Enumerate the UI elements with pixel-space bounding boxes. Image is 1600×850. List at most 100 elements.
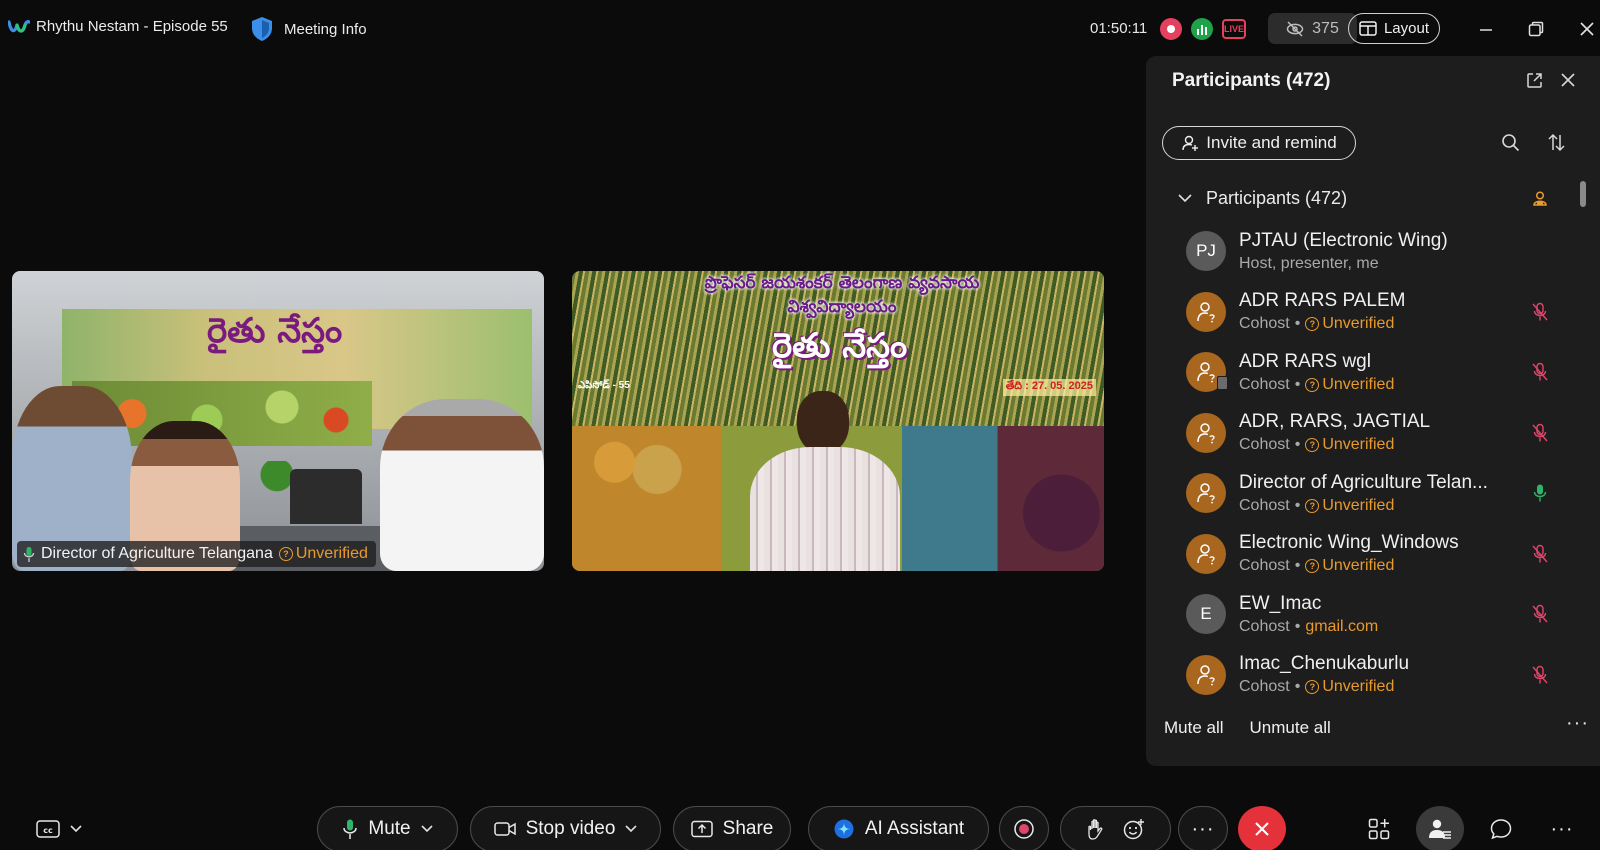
participant-row[interactable]: ADR RARS PALEM Cohost •? Unverified — [1186, 282, 1566, 343]
video-tile-speaker[interactable]: ప్రొఫెసర్ జయశంకర్ తెలంగాణ వ్యవసాయ విశ్వవ… — [572, 271, 1104, 571]
participant-tag: ? Unverified — [1305, 557, 1394, 575]
layout-icon — [1359, 21, 1377, 36]
closed-captions-button[interactable]: cc — [36, 819, 82, 839]
meeting-info-button[interactable]: Meeting Info — [250, 16, 367, 42]
mic-muted-icon[interactable] — [1531, 604, 1549, 624]
video-banner-title: రైతు నేస్తం — [207, 311, 343, 351]
participants-toggle-button[interactable] — [1416, 806, 1464, 850]
participant-tag: ? Unverified — [1305, 436, 1394, 454]
search-icon[interactable] — [1500, 132, 1520, 152]
mic-muted-icon[interactable] — [1531, 423, 1549, 443]
participant-row[interactable]: Imac_Chenukaburlu Cohost •? Unverified — [1186, 645, 1566, 706]
panel-title: Participants (472) — [1172, 70, 1331, 91]
participant-row[interactable]: Director of Agriculture Telan... Cohost •?… — [1186, 463, 1566, 524]
participant-role-line: Cohost •? Unverified — [1239, 678, 1519, 696]
more-options-icon[interactable]: ··· — [1566, 712, 1589, 735]
recording-icon[interactable] — [1160, 18, 1182, 40]
participant-tag-label: gmail.com — [1305, 617, 1379, 635]
question-circle-icon: ? — [1305, 498, 1320, 513]
participant-name: PJTAU (Electronic Wing) — [1239, 229, 1448, 251]
mic-muted-icon[interactable] — [1531, 362, 1549, 382]
more-dots-icon: ··· — [1550, 817, 1574, 840]
more-options-button[interactable]: ··· — [1538, 806, 1586, 850]
chevron-down-icon — [625, 825, 637, 833]
meeting-title: Rhythu Nestam - Episode 55 — [36, 18, 228, 35]
question-circle-icon: ? — [1305, 438, 1320, 453]
participant-role: Cohost — [1239, 617, 1290, 635]
end-meeting-button[interactable] — [1238, 806, 1286, 850]
guest-user-icon — [1197, 423, 1215, 444]
reactions-button[interactable] — [1060, 806, 1171, 850]
ai-assistant-button[interactable]: AI Assistant — [808, 806, 989, 850]
guest-user-icon — [1197, 483, 1215, 504]
separator-dot: • — [1294, 496, 1301, 514]
participant-tag-label: Unverified — [1322, 678, 1395, 696]
stop-video-label: Stop video — [525, 818, 616, 839]
record-button[interactable] — [999, 806, 1049, 850]
participants-scrollbar[interactable] — [1580, 181, 1586, 207]
participant-row[interactable]: ADR, RARS, JAGTIAL Cohost •? Unverified — [1186, 403, 1566, 464]
host-badge-icon[interactable] — [1532, 190, 1548, 206]
participant-info: EW_Imac Cohost • gmail.com — [1239, 593, 1519, 636]
stop-video-button[interactable]: Stop video — [470, 806, 661, 850]
participant-info: ADR, RARS, JAGTIAL Cohost •? Unverified — [1239, 411, 1519, 454]
mic-active-icon[interactable] — [1531, 483, 1549, 503]
mic-active-icon — [23, 546, 35, 562]
meeting-info-label: Meeting Info — [284, 20, 367, 38]
mic-muted-icon[interactable] — [1531, 544, 1549, 564]
chat-bubble-icon — [1490, 819, 1512, 840]
participant-tag: ? Unverified — [1305, 315, 1394, 333]
layout-label: Layout — [1383, 20, 1430, 37]
chat-button[interactable] — [1477, 806, 1525, 850]
statistics-icon[interactable] — [1191, 18, 1213, 40]
mic-muted-icon[interactable] — [1531, 665, 1549, 685]
video-participant-name: Director of Agriculture Telangana — [41, 545, 273, 562]
participant-role-line: Cohost •? Unverified — [1239, 497, 1519, 515]
section-label: Participants (472) — [1206, 188, 1348, 208]
mute-label: Mute — [368, 818, 411, 839]
participant-tag: ? Unverified — [1305, 497, 1394, 515]
participants-section-toggle[interactable]: Participants (472) — [1178, 188, 1347, 209]
layout-button[interactable]: Layout — [1348, 13, 1440, 44]
panel-footer: Mute all Unmute all — [1164, 718, 1331, 738]
participant-role-line: Cohost • gmail.com — [1239, 618, 1519, 636]
unmute-all-button[interactable]: Unmute all — [1250, 718, 1331, 738]
video-camera-icon — [493, 822, 516, 836]
participant-row[interactable]: Electronic Wing_Windows Cohost •? Unverifie… — [1186, 524, 1566, 585]
participant-tag-label: Unverified — [1322, 375, 1395, 393]
close-window-icon[interactable] — [1574, 16, 1600, 42]
invite-and-remind-button[interactable]: Invite and remind — [1162, 126, 1356, 160]
participant-info: ADR RARS wgl Cohost •? Unverified — [1239, 351, 1519, 394]
share-button[interactable]: Share — [673, 806, 791, 850]
live-badge[interactable]: LIVE — [1222, 19, 1246, 39]
close-panel-icon[interactable] — [1558, 70, 1578, 90]
participant-row[interactable]: ADR RARS wgl Cohost •? Unverified — [1186, 342, 1566, 403]
more-controls-button[interactable]: ··· — [1178, 806, 1228, 850]
minimize-icon[interactable] — [1473, 16, 1499, 42]
ai-assistant-label: AI Assistant — [864, 818, 965, 839]
participant-row[interactable]: E EW_Imac Cohost • gmail.com — [1186, 584, 1566, 645]
participant-tag: ? Unverified — [1305, 678, 1394, 696]
question-circle-icon: ? — [1305, 377, 1320, 392]
participant-role: Cohost — [1239, 678, 1290, 696]
app-title: Rhythu Nestam - Episode 55 — [8, 18, 228, 35]
mute-all-button[interactable]: Mute all — [1164, 718, 1224, 738]
video-tile-director[interactable]: రైతు నేస్తం Director of Agriculture Tela… — [12, 271, 544, 571]
mute-button[interactable]: Mute — [317, 806, 458, 850]
avatar: E — [1186, 594, 1226, 635]
participants-panel: Participants (472) Invite and remind Par… — [1146, 56, 1600, 766]
participant-row[interactable]: PJ PJTAU (Electronic Wing) Host, presenter… — [1186, 221, 1566, 282]
pop-out-icon[interactable] — [1524, 70, 1544, 90]
meeting-timer: 01:50:11 — [1090, 20, 1148, 37]
viewers-count-button[interactable]: 375 — [1268, 13, 1357, 44]
restore-icon[interactable] — [1523, 16, 1549, 42]
video-speaker — [750, 391, 900, 571]
video-person-3 — [380, 399, 544, 571]
unverified-label: Unverified — [295, 545, 368, 562]
video-name-label: Director of Agriculture Telangana ? Unve… — [17, 541, 376, 567]
sort-icon[interactable] — [1546, 132, 1566, 152]
eye-off-icon — [1286, 20, 1304, 37]
participant-name: ADR, RARS, JAGTIAL — [1239, 411, 1431, 433]
apps-button[interactable] — [1355, 806, 1403, 850]
mic-muted-icon[interactable] — [1531, 302, 1549, 322]
